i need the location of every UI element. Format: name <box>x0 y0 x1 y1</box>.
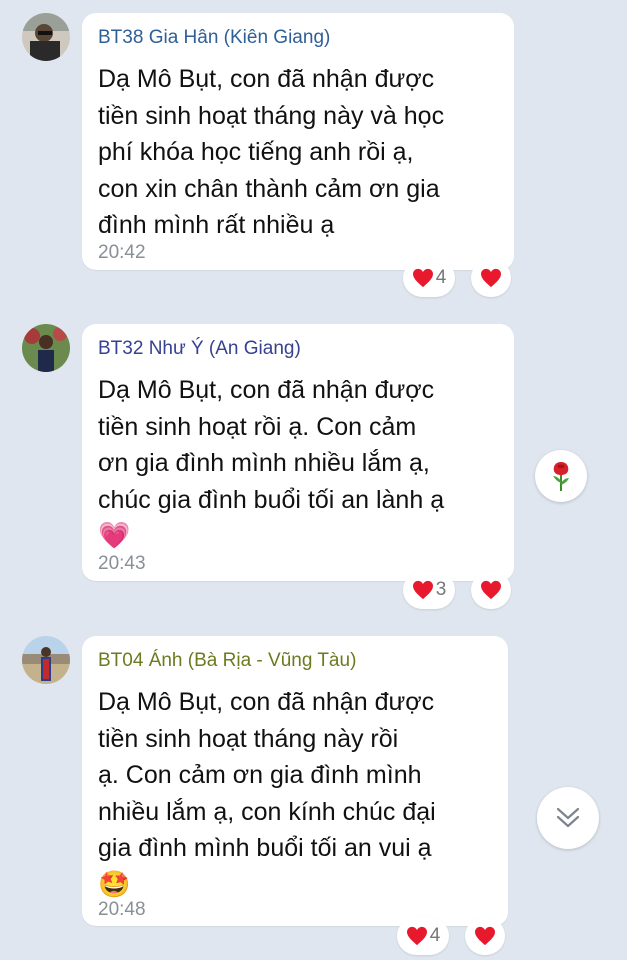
avatar[interactable] <box>22 636 70 684</box>
chevron-double-down-icon <box>556 807 580 828</box>
message-line: ạ. Con cảm ơn gia đình mình <box>98 761 422 789</box>
reaction-summary[interactable]: 4 <box>403 259 455 297</box>
heart-icon <box>406 926 427 946</box>
message-text: Dạ Mô Bụt, con đã nhận được tiền sinh ho… <box>98 372 498 555</box>
sender-name[interactable]: BT38 Gia Hân (Kiên Giang) <box>98 27 330 49</box>
react-button[interactable] <box>465 917 505 955</box>
avatar[interactable] <box>22 13 70 61</box>
heart-icon <box>475 926 495 946</box>
message-text: Dạ Mô Bụt, con đã nhận được tiền sinh ho… <box>98 684 498 903</box>
message-text: Dạ Mô Bụt, con đã nhận được tiền sinh ho… <box>98 61 498 244</box>
message-bubble[interactable]: BT32 Như Ý (An Giang) Dạ Mô Bụt, con đã … <box>82 324 514 581</box>
reaction-count: 3 <box>435 579 447 600</box>
react-button[interactable] <box>471 571 511 609</box>
reaction-summary[interactable]: 3 <box>403 571 455 609</box>
message-line: phí khóa học tiếng anh rồi ạ, <box>98 138 414 166</box>
react-button[interactable] <box>471 259 511 297</box>
message-line: ơn gia đình mình nhiều lắm ạ, <box>98 449 430 477</box>
message-line: nhiều lắm ạ, con kính chúc đại <box>98 797 436 826</box>
message-line: tiền sinh hoạt tháng này và học <box>98 101 445 130</box>
message-line: gia đình mình buổi tối an vui ạ <box>98 834 432 862</box>
message-time: 20:48 <box>98 899 146 920</box>
message-line: tiền sinh hoạt tháng này rồi <box>98 724 399 753</box>
heart-icon <box>412 268 433 288</box>
avatar[interactable] <box>22 324 70 372</box>
message-line: con xin chân thành cảm ơn gia <box>98 174 440 203</box>
message-line: chúc gia đình buổi tối an lành ạ <box>98 485 445 514</box>
message-time: 20:43 <box>98 553 146 574</box>
reaction-count: 4 <box>429 925 441 946</box>
message-bubble[interactable]: BT38 Gia Hân (Kiên Giang) Dạ Mô Bụt, con… <box>82 13 514 270</box>
message-line: Dạ Mô Bụt, con đã nhận được <box>98 376 435 404</box>
message-bubble[interactable]: BT04 Ánh (Bà Rịa - Vũng Tàu) Dạ Mô Bụt, … <box>82 636 508 926</box>
heart-icon <box>412 580 433 600</box>
reaction-count: 4 <box>435 267 447 288</box>
rose-button[interactable] <box>535 450 587 502</box>
heart-icon <box>481 580 501 600</box>
message-emoji: 💗 <box>98 521 131 551</box>
sender-name[interactable]: BT32 Như Ý (An Giang) <box>98 338 301 360</box>
message-line: tiền sinh hoạt rồi ạ. Con cảm <box>98 412 417 441</box>
sender-name[interactable]: BT04 Ánh (Bà Rịa - Vũng Tàu) <box>98 650 356 672</box>
scroll-to-bottom-button[interactable] <box>537 787 599 849</box>
message-line: đình mình rất nhiều ạ <box>98 211 335 239</box>
rose-icon <box>553 462 569 491</box>
heart-icon <box>481 268 501 288</box>
message-line: Dạ Mô Bụt, con đã nhận được <box>98 688 435 716</box>
message-line: Dạ Mô Bụt, con đã nhận được <box>98 65 435 93</box>
message-time: 20:42 <box>98 242 146 263</box>
message-emoji: 🤩 <box>98 869 131 900</box>
reaction-summary[interactable]: 4 <box>397 917 449 955</box>
